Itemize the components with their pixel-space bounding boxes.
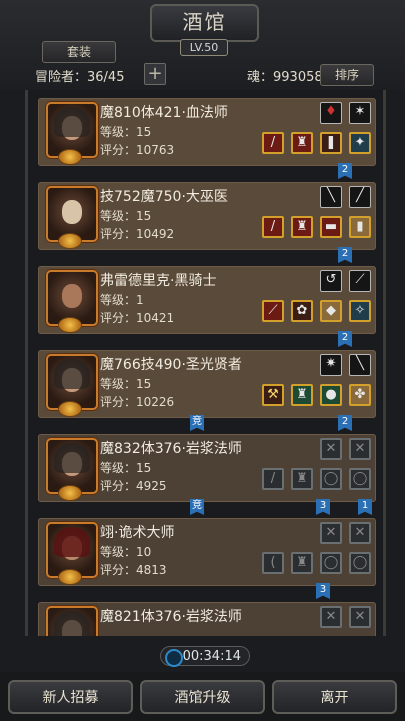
clock-icon bbox=[165, 649, 183, 667]
upgrade-tag: 2 bbox=[338, 247, 352, 263]
upgrade-tag: 3 bbox=[316, 499, 330, 515]
page-title: 酒馆 bbox=[150, 4, 259, 42]
adventurer-card[interactable]: 弗雷德里克·黑骑士 等级：1 评分：10421 ↺ ⟋ ⟋ ✿ ◆ ✧ bbox=[38, 266, 376, 334]
skill-slot-icon[interactable]: ╲ bbox=[320, 186, 342, 208]
adventurer-score: 评分：10492 bbox=[100, 227, 175, 241]
accessory-slot-icon[interactable]: ✦ bbox=[349, 132, 371, 154]
skill-slot-icon[interactable]: ✶ bbox=[349, 102, 371, 124]
empty-skill-slot-icon[interactable]: ✕ bbox=[349, 606, 371, 628]
leave-button[interactable]: 离开 bbox=[272, 680, 397, 714]
upgrade-tag: 2 bbox=[338, 415, 352, 431]
empty-armor-slot-icon[interactable]: ♜ bbox=[291, 468, 313, 490]
empty-skill-slot-icon[interactable]: ✕ bbox=[320, 438, 342, 460]
empty-weapon-slot-icon[interactable]: ( bbox=[262, 552, 284, 574]
tavern-level-badge: LV.50 bbox=[180, 39, 228, 56]
armor-slot-icon[interactable]: ♜ bbox=[291, 384, 313, 406]
adventurer-score: 评分：4813 bbox=[100, 563, 167, 577]
rank-medal-icon bbox=[58, 149, 82, 165]
portrait-avatar bbox=[46, 606, 98, 636]
armor-slot-icon[interactable]: ♜ bbox=[291, 132, 313, 154]
skill-slot-icon[interactable]: ╲ bbox=[349, 354, 371, 376]
rank-medal-icon bbox=[58, 317, 82, 333]
adventurer-card[interactable]: 魔766技490·圣光贤者 等级：15 评分：10226 ✷ ╲ ⚒ ♜ ● ✤ bbox=[38, 350, 376, 418]
adventurer-card[interactable]: 魔810体421·血法师 等级：15 评分：10763 ♦ ✶ / ♜ ❚ ✦ bbox=[38, 98, 376, 166]
upgrade-tag: 3 bbox=[316, 583, 330, 599]
adventurer-score: 评分：10421 bbox=[100, 311, 175, 325]
empty-accessory-slot-icon[interactable]: ◯ bbox=[349, 468, 371, 490]
weapon-slot-icon[interactable]: / bbox=[262, 216, 284, 238]
adventurer-card[interactable]: 技752魔750·大巫医 等级：15 评分：10492 ╲ ╱ / ♜ ▬ ▮ bbox=[38, 182, 376, 250]
empty-skill-slot-icon[interactable]: ✕ bbox=[349, 522, 371, 544]
weapon-slot-icon[interactable]: / bbox=[262, 132, 284, 154]
accessory-slot-icon[interactable]: ✤ bbox=[349, 384, 371, 406]
empty-weapon-slot-icon[interactable]: / bbox=[262, 468, 284, 490]
rank-medal-icon bbox=[58, 485, 82, 501]
adventurer-level: 等级：15 bbox=[100, 377, 152, 391]
skill-slot-icon[interactable]: ✷ bbox=[320, 354, 342, 376]
sort-button[interactable]: 排序 bbox=[320, 64, 374, 86]
upgrade-tag: 2 bbox=[338, 163, 352, 179]
empty-armor-slot-icon[interactable]: ♜ bbox=[291, 552, 313, 574]
rank-medal-icon bbox=[58, 569, 82, 585]
upgrade-tag: 1 bbox=[358, 499, 372, 515]
upgrade-tavern-button[interactable]: 酒馆升级 bbox=[140, 680, 265, 714]
empty-accessory-slot-icon[interactable]: ◯ bbox=[320, 552, 342, 574]
empty-skill-slot-icon[interactable]: ✕ bbox=[349, 438, 371, 460]
accessory-slot-icon[interactable]: ● bbox=[320, 384, 342, 406]
skill-slot-icon[interactable]: ╱ bbox=[349, 186, 371, 208]
countdown-timer: 00:34:14 bbox=[160, 646, 250, 667]
adventurer-card[interactable]: 魔821体376·岩浆法师 ✕ ✕ bbox=[38, 602, 376, 636]
weapon-slot-icon[interactable]: ⚒ bbox=[262, 384, 284, 406]
adventurer-name: 魔821体376·岩浆法师 bbox=[100, 609, 242, 625]
adventurer-level: 等级：15 bbox=[100, 461, 152, 475]
set-button[interactable]: 套装 bbox=[42, 41, 116, 63]
accessory-slot-icon[interactable]: ❚ bbox=[320, 132, 342, 154]
upgrade-tag: 2 bbox=[338, 331, 352, 347]
adventurer-score: 评分：10226 bbox=[100, 395, 175, 409]
soul-counter: 魂：993058 bbox=[247, 70, 323, 85]
recruit-button[interactable]: 新人招募 bbox=[8, 680, 133, 714]
armor-slot-icon[interactable]: ✿ bbox=[291, 300, 313, 322]
timer-value: 00:34:14 bbox=[182, 649, 241, 664]
skill-slot-icon[interactable]: ↺ bbox=[320, 270, 342, 292]
adventurer-name: 翊·诡术大师 bbox=[100, 525, 175, 541]
adventurer-list[interactable]: 魔810体421·血法师 等级：15 评分：10763 ♦ ✶ / ♜ ❚ ✦ … bbox=[25, 90, 386, 636]
adventurer-name: 魔810体421·血法师 bbox=[100, 105, 228, 121]
empty-accessory-slot-icon[interactable]: ◯ bbox=[349, 552, 371, 574]
arena-tag: 竞 bbox=[190, 415, 204, 431]
empty-skill-slot-icon[interactable]: ✕ bbox=[320, 606, 342, 628]
accessory-slot-icon[interactable]: ✧ bbox=[349, 300, 371, 322]
adventurer-count: 冒险者：36/45 bbox=[35, 70, 125, 85]
empty-accessory-slot-icon[interactable]: ◯ bbox=[320, 468, 342, 490]
adventurer-level: 等级：15 bbox=[100, 125, 152, 139]
accessory-slot-icon[interactable]: ▬ bbox=[320, 216, 342, 238]
adventurer-card[interactable]: 魔832体376·岩浆法师 等级：15 评分：4925 ✕ ✕ / ♜ ◯ ◯ bbox=[38, 434, 376, 502]
weapon-slot-icon[interactable]: ⟋ bbox=[262, 300, 284, 322]
rank-medal-icon bbox=[58, 401, 82, 417]
adventurer-score: 评分：10763 bbox=[100, 143, 175, 157]
adventurer-level: 等级：15 bbox=[100, 209, 152, 223]
adventurer-name: 技752魔750·大巫医 bbox=[100, 189, 228, 205]
accessory-slot-icon[interactable]: ◆ bbox=[320, 300, 342, 322]
adventurer-score: 评分：4925 bbox=[100, 479, 167, 493]
empty-skill-slot-icon[interactable]: ✕ bbox=[320, 522, 342, 544]
accessory-slot-icon[interactable]: ▮ bbox=[349, 216, 371, 238]
add-slot-button[interactable]: + bbox=[144, 63, 166, 85]
adventurer-level: 等级：1 bbox=[100, 293, 144, 307]
adventurer-name: 弗雷德里克·黑骑士 bbox=[100, 273, 217, 289]
adventurer-name: 魔832体376·岩浆法师 bbox=[100, 441, 242, 457]
adventurer-level: 等级：10 bbox=[100, 545, 152, 559]
skill-slot-icon[interactable]: ♦ bbox=[320, 102, 342, 124]
adventurer-card[interactable]: 翊·诡术大师 等级：10 评分：4813 ✕ ✕ ( ♜ ◯ ◯ bbox=[38, 518, 376, 586]
armor-slot-icon[interactable]: ♜ bbox=[291, 216, 313, 238]
adventurer-name: 魔766技490·圣光贤者 bbox=[100, 357, 242, 373]
rank-medal-icon bbox=[58, 233, 82, 249]
arena-tag: 竞 bbox=[190, 499, 204, 515]
skill-slot-icon[interactable]: ⟋ bbox=[349, 270, 371, 292]
